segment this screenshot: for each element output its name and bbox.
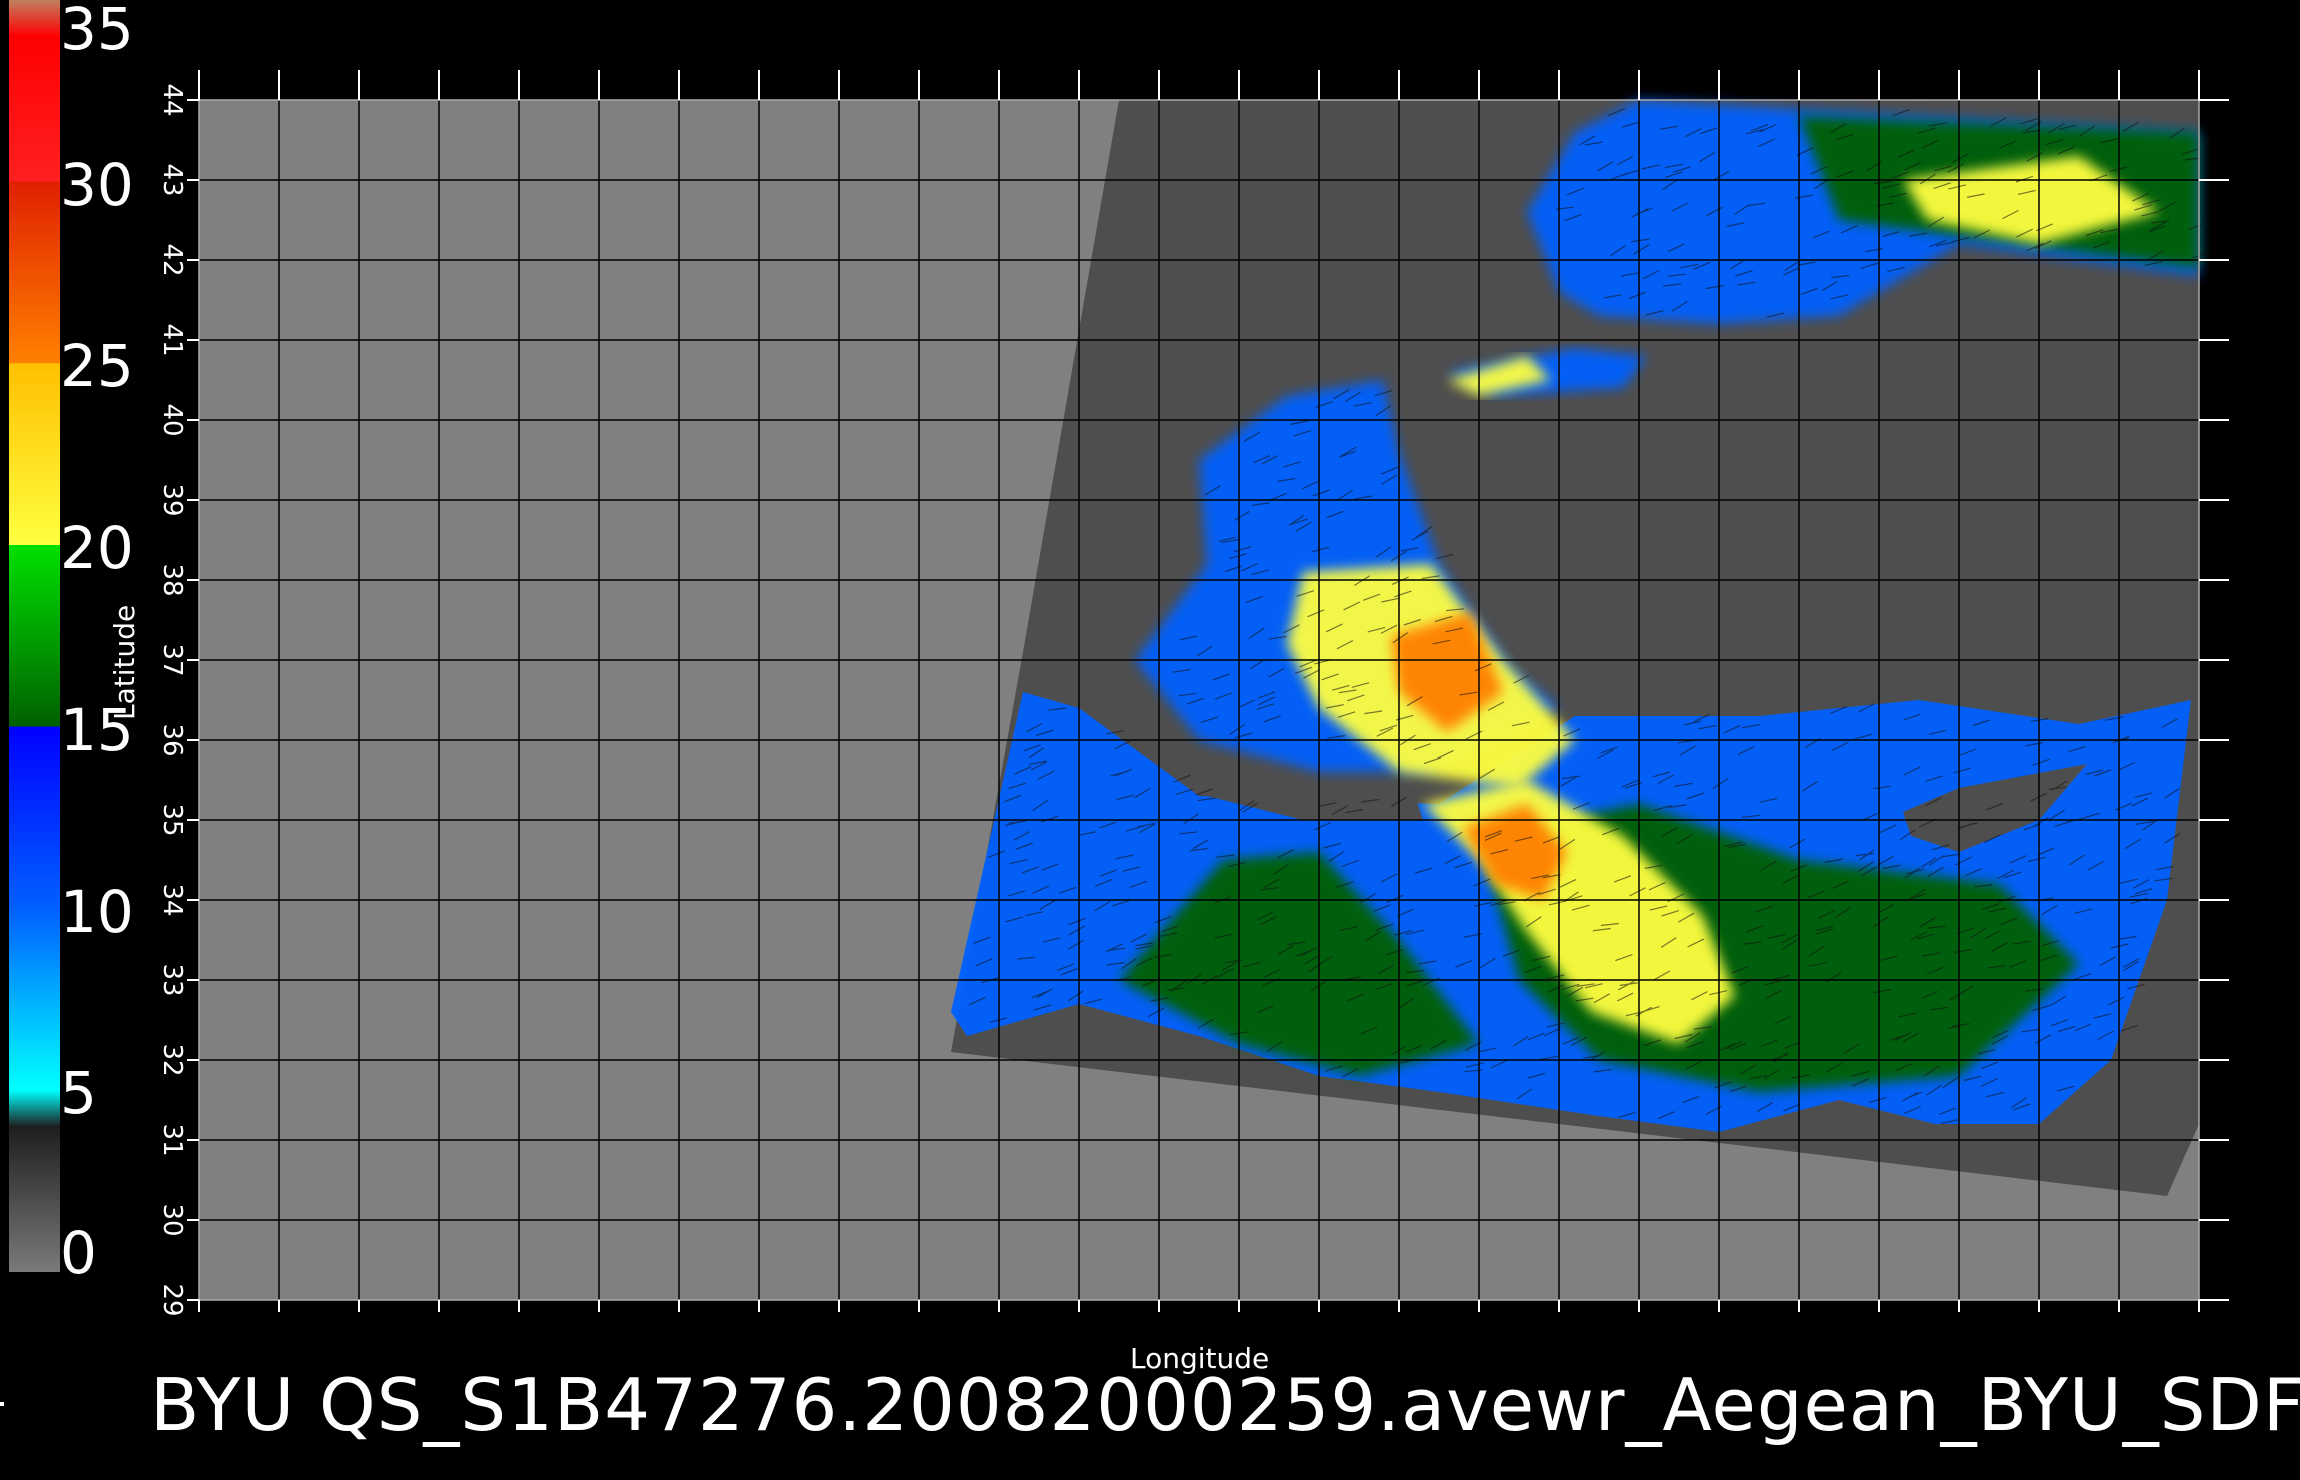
y-tick-label: 42 (157, 243, 187, 276)
y-tick-label: 36 (157, 723, 187, 756)
file-caption: BYU QS_S1B47276.20082000259.avewr_Aegean… (150, 1363, 2300, 1447)
y-axis-label: Latitude (108, 604, 141, 720)
y-tick-label: 33 (157, 963, 187, 996)
y-tick-label: 40 (157, 403, 187, 436)
y-tick-label: 37 (157, 643, 187, 676)
y-tick-label: 44 (157, 83, 187, 116)
y-tick-label: 35 (157, 803, 187, 836)
y-tick-label: 43 (157, 163, 187, 196)
edge-marker (0, 1402, 4, 1406)
y-tick-label: 32 (157, 1043, 187, 1076)
y-tick-label: 29 (157, 1283, 187, 1316)
y-tick-label: 34 (157, 883, 187, 916)
y-tick-label: 41 (157, 323, 187, 356)
y-tick-label: 38 (157, 563, 187, 596)
y-tick-label: 30 (157, 1203, 187, 1236)
y-tick-label: 31 (157, 1123, 187, 1156)
y-tick-label: 39 (157, 483, 187, 516)
map-plot-area (199, 100, 2211, 1300)
wind-map: 1112131415161718192021222324252627282930… (157, 70, 2229, 1317)
